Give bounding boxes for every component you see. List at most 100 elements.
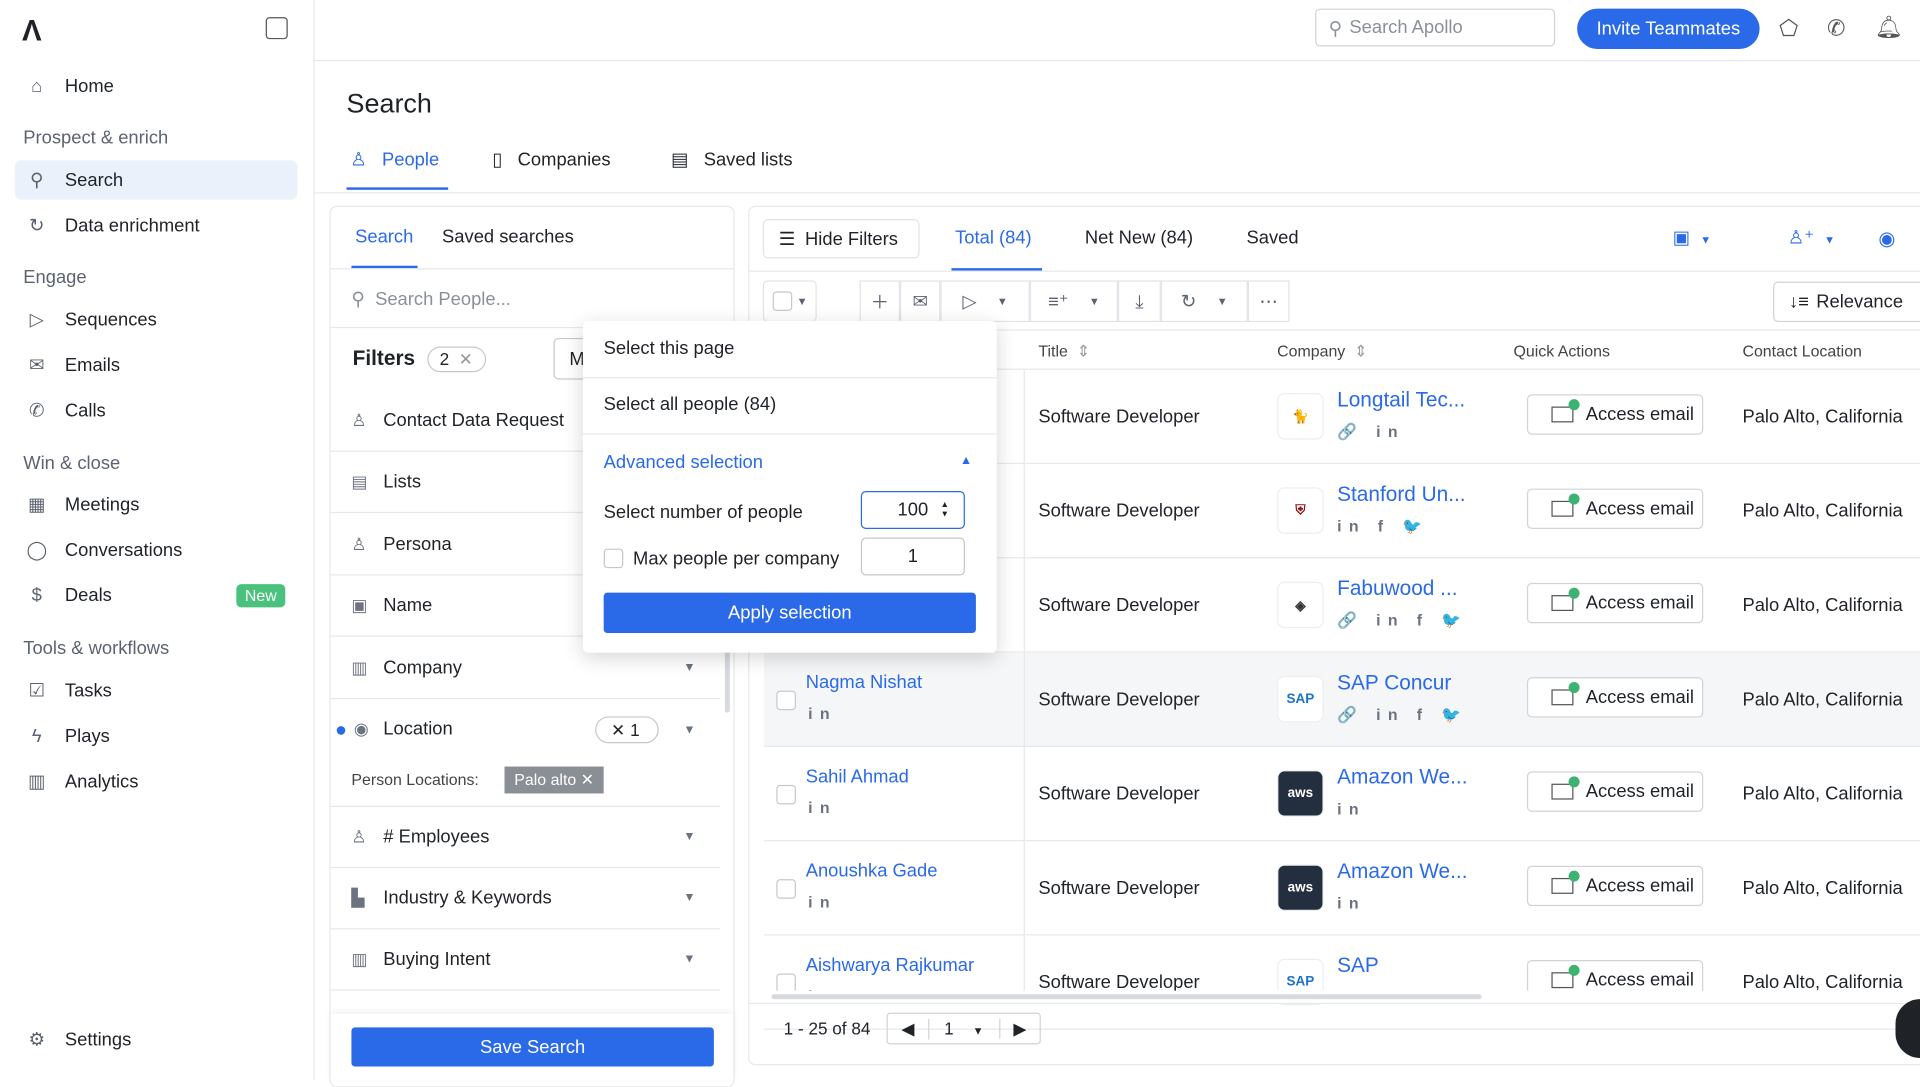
- sidebar-item-home[interactable]: ⌂ Home: [15, 66, 298, 105]
- company-social-icons[interactable]: 🔗 in f 🐦: [1337, 611, 1468, 631]
- close-icon[interactable]: ✕: [459, 349, 473, 369]
- location-count-chip[interactable]: ✕ 1: [595, 716, 659, 744]
- company-name-link[interactable]: Amazon We...: [1337, 765, 1467, 789]
- tab-saved-searches[interactable]: Saved searches: [442, 227, 574, 248]
- column-title[interactable]: Title ⇕: [1038, 342, 1090, 362]
- add-person-icon[interactable]: ♙⁺ ▼: [1788, 227, 1835, 249]
- access-email-button[interactable]: Access email: [1526, 677, 1704, 718]
- tab-total[interactable]: Total (84): [955, 228, 1032, 249]
- hide-filters-button[interactable]: ☰ Hide Filters: [762, 219, 920, 259]
- company-name-link[interactable]: Fabuwood ...: [1337, 577, 1457, 601]
- checkbox[interactable]: [772, 291, 792, 312]
- sidebar-item-conversations[interactable]: ◯ Conversations: [15, 530, 298, 569]
- invite-teammates-button[interactable]: Invite Teammates: [1577, 8, 1760, 49]
- filters-scrollbar[interactable]: [724, 648, 730, 713]
- table-row[interactable]: Sahil Ahmad in Software Developer aws Am…: [764, 747, 1920, 842]
- access-email-button[interactable]: Access email: [1526, 771, 1704, 812]
- company-name-link[interactable]: SAP Concur: [1337, 671, 1451, 695]
- save-search-button[interactable]: Save Search: [351, 1027, 714, 1067]
- sidebar-item-analytics[interactable]: ▥ Analytics: [15, 762, 298, 801]
- max-per-company-input[interactable]: 1: [860, 537, 965, 576]
- sidebar-item-search[interactable]: ⚲ Search: [14, 160, 298, 200]
- tab-search[interactable]: Search: [355, 227, 413, 248]
- access-email-button[interactable]: Access email: [1526, 488, 1704, 529]
- linkedin-icon[interactable]: in: [808, 798, 837, 816]
- page-select[interactable]: 1 ▼: [929, 1018, 1001, 1039]
- company-name-link[interactable]: Amazon We...: [1337, 860, 1467, 884]
- number-of-people-input[interactable]: 100 ▲ ▼: [860, 491, 965, 529]
- active-dot: [336, 726, 346, 735]
- bell-icon[interactable]: 🔔︎: [1875, 15, 1903, 41]
- add-button[interactable]: ＋: [859, 280, 901, 323]
- tab-people[interactable]: ♙ People: [350, 148, 439, 170]
- linkedin-icon[interactable]: in: [808, 704, 837, 722]
- prev-page-button[interactable]: ◀: [888, 1018, 930, 1039]
- sequence-button[interactable]: ▷ ▼: [940, 280, 1030, 323]
- filter-count-chip[interactable]: 2 ✕: [427, 346, 487, 373]
- access-email-button[interactable]: Access email: [1526, 582, 1704, 624]
- sidebar-item-deals[interactable]: $ Deals New: [15, 576, 298, 615]
- linkedin-icon[interactable]: in: [808, 893, 837, 911]
- company-name-link[interactable]: SAP: [1337, 954, 1379, 978]
- tab-companies[interactable]: ▯ Companies: [492, 148, 610, 170]
- briefcase-icon[interactable]: ▣ ▼: [1673, 227, 1711, 249]
- more-options-button[interactable]: ⋯: [1247, 280, 1290, 323]
- global-search-input[interactable]: ⚲ Search Apollo: [1315, 8, 1556, 47]
- extension-icon[interactable]: ⬠: [1779, 16, 1798, 42]
- collapse-sidebar-icon[interactable]: [265, 17, 288, 40]
- tab-net-new[interactable]: Net New (84): [1085, 228, 1193, 249]
- person-name-link[interactable]: Anoushka Gade: [806, 861, 938, 882]
- access-email-button[interactable]: Access email: [1526, 394, 1704, 435]
- sidebar-item-calls[interactable]: ✆ Calls: [15, 391, 298, 430]
- person-name-link[interactable]: Nagma Nishat: [806, 672, 922, 693]
- caret-up-icon[interactable]: ▲: [960, 454, 972, 467]
- filter-buying-intent[interactable]: ▥ Buying Intent ▼: [330, 929, 721, 991]
- sidebar-item-data-enrichment[interactable]: ↻ Data enrichment: [15, 206, 298, 245]
- column-company[interactable]: Company ⇕: [1277, 342, 1367, 362]
- person-name-link[interactable]: Aishwarya Rajkumar: [806, 955, 974, 976]
- filter-industry-keywords[interactable]: ▙ Industry & Keywords ▼: [330, 868, 721, 930]
- tab-saved[interactable]: Saved: [1247, 228, 1299, 249]
- row-checkbox[interactable]: [776, 690, 796, 711]
- table-row[interactable]: Nagma Nishat in Software Developer SAP S…: [764, 652, 1920, 747]
- filter-employees[interactable]: ♙ # Employees ▼: [330, 807, 721, 869]
- sidebar-item-settings[interactable]: ⚙ Settings: [15, 1020, 298, 1059]
- company-social-icons[interactable]: 🔗 in f 🐦: [1337, 705, 1468, 725]
- horizontal-scrollbar[interactable]: [771, 994, 1482, 1000]
- max-per-company-checkbox[interactable]: [603, 548, 624, 569]
- sort-relevance-button[interactable]: ↓≡ Relevance: [1773, 281, 1920, 323]
- enrich-button[interactable]: ↻ ▼: [1160, 280, 1248, 323]
- select-this-page-option[interactable]: Select this page: [604, 338, 735, 359]
- company-social-icons[interactable]: in: [1337, 800, 1366, 818]
- company-social-icons[interactable]: 🔗 in: [1337, 422, 1405, 442]
- email-button[interactable]: ✉: [900, 280, 941, 323]
- tab-saved-lists[interactable]: ▤ Saved lists: [671, 148, 793, 170]
- sidebar-item-sequences[interactable]: ▷ Sequences: [15, 300, 298, 339]
- export-button[interactable]: ⤓: [1117, 280, 1161, 323]
- company-social-icons[interactable]: in f 🐦: [1337, 517, 1429, 537]
- list-button[interactable]: ≡⁺ ▼: [1029, 280, 1118, 323]
- person-name-link[interactable]: Sahil Ahmad: [806, 767, 909, 788]
- apply-selection-button[interactable]: Apply selection: [603, 592, 976, 634]
- company-social-icons[interactable]: in: [1337, 894, 1366, 912]
- access-email-button[interactable]: Access email: [1526, 865, 1704, 907]
- sidebar-item-meetings[interactable]: ▦ Meetings: [15, 485, 298, 524]
- phone-icon[interactable]: ✆: [1827, 16, 1845, 42]
- company-name-link[interactable]: Stanford Un...: [1337, 482, 1465, 506]
- row-checkbox[interactable]: [776, 879, 796, 899]
- sidebar-item-tasks[interactable]: ☑ Tasks: [15, 671, 298, 710]
- filter-location[interactable]: ◉ Location ✕ 1 ▼ Person Locations: Palo …: [330, 699, 721, 807]
- sidebar-item-emails[interactable]: ✉ Emails: [15, 345, 298, 384]
- next-page-button[interactable]: ▶: [1000, 1018, 1039, 1039]
- select-all-checkbox-dropdown[interactable]: ▼: [762, 280, 817, 323]
- table-row[interactable]: Anoushka Gade in Software Developer aws …: [764, 841, 1920, 936]
- row-checkbox[interactable]: [776, 784, 796, 805]
- select-all-option[interactable]: Select all people (84): [604, 394, 777, 415]
- company-name-link[interactable]: Longtail Tec...: [1337, 388, 1465, 412]
- people-search-input[interactable]: ⚲ Search People...: [351, 288, 510, 310]
- stepper-icon[interactable]: ▲ ▼: [940, 500, 948, 520]
- location-chip[interactable]: Palo alto ✕: [504, 766, 604, 794]
- sidebar-item-plays[interactable]: ϟ Plays: [15, 716, 298, 755]
- advanced-selection-toggle[interactable]: Advanced selection: [604, 452, 763, 473]
- eye-icon[interactable]: ◉: [1878, 227, 1895, 251]
